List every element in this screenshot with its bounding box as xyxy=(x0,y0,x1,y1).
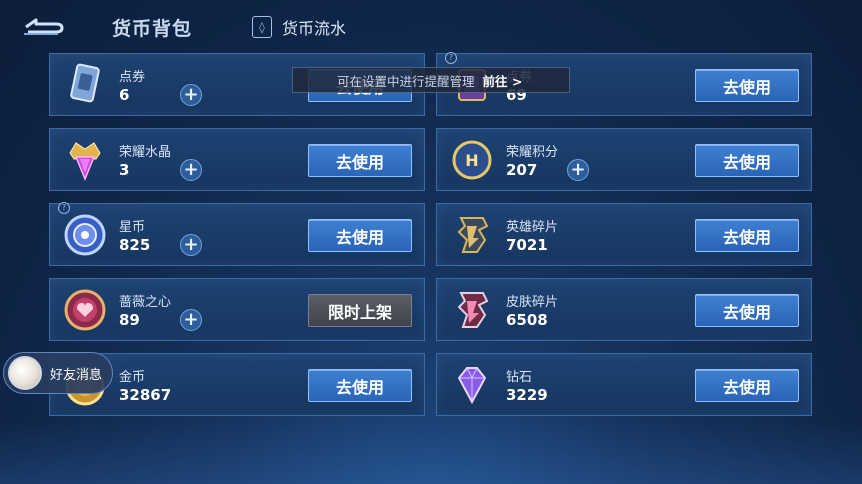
currency-name: 英雄碎片 xyxy=(506,220,559,235)
currency-name: 荣耀积分 xyxy=(506,145,559,160)
reminder-toast: 可在设置中进行提醒管理 前往 > xyxy=(292,67,570,93)
toast-go-link[interactable]: 前往 > xyxy=(483,71,523,90)
currency-amount: 207 xyxy=(506,161,538,179)
friend-message-label: 好友消息 xyxy=(50,367,103,383)
currency-card-glory-crystal: 荣耀水晶 3 + 去使用 xyxy=(49,128,425,191)
use-button[interactable]: 去使用 xyxy=(308,144,412,177)
add-button[interactable]: + xyxy=(180,84,202,106)
currency-amount: 825 xyxy=(119,236,151,254)
currency-amount: 6508 xyxy=(506,311,548,329)
add-button[interactable]: + xyxy=(180,234,202,256)
use-button[interactable]: 去使用 xyxy=(695,369,799,402)
star-coin-icon xyxy=(64,214,106,256)
currency-name: 钻石 xyxy=(506,370,533,385)
add-button[interactable]: + xyxy=(567,159,589,181)
currency-name: 荣耀水晶 xyxy=(119,145,172,160)
rose-heart-icon xyxy=(64,289,106,331)
currency-card-hero-fragments: 英雄碎片 7021 去使用 xyxy=(436,203,812,266)
currency-amount: 3 xyxy=(119,161,130,179)
use-button[interactable]: 去使用 xyxy=(695,69,799,102)
top-bar: 货币背包 ◊ 货币流水 xyxy=(0,0,862,52)
limited-release-button[interactable]: 限时上架 xyxy=(308,294,412,327)
diamond-icon xyxy=(457,367,487,405)
skin-fragment-icon xyxy=(457,292,489,328)
currency-name: 金币 xyxy=(119,370,146,385)
glory-points-icon: H xyxy=(452,140,492,180)
svg-text:H: H xyxy=(465,151,478,170)
avatar xyxy=(8,356,42,390)
add-button[interactable]: + xyxy=(180,159,202,181)
use-button[interactable]: 去使用 xyxy=(695,144,799,177)
currency-name: 蔷薇之心 xyxy=(119,295,172,310)
back-arrow-icon xyxy=(24,18,64,35)
currency-card-skin-fragments: 皮肤碎片 6508 去使用 xyxy=(436,278,812,341)
use-button[interactable]: 去使用 xyxy=(308,369,412,402)
currency-flow-tab[interactable]: ◊ 货币流水 xyxy=(252,14,346,40)
currency-flow-label: 货币流水 xyxy=(282,19,347,38)
page-title: 货币背包 xyxy=(112,18,193,40)
currency-card-glory-points: H 荣耀积分 207 + 去使用 xyxy=(436,128,812,191)
flow-icon: ◊ xyxy=(252,16,272,38)
add-button[interactable]: + xyxy=(180,309,202,331)
currency-card-diamonds: 钻石 3229 去使用 xyxy=(436,353,812,416)
voucher-icon xyxy=(70,63,100,103)
use-button[interactable]: 去使用 xyxy=(308,219,412,252)
toast-message: 可在设置中进行提醒管理 xyxy=(337,73,475,89)
crystal-icon xyxy=(69,142,101,181)
bottom-glow xyxy=(0,420,862,484)
currency-name: 皮肤碎片 xyxy=(506,295,559,310)
currency-amount: 3229 xyxy=(506,386,548,404)
currency-card-rose-heart: 蔷薇之心 89 + 限时上架 xyxy=(49,278,425,341)
use-button[interactable]: 去使用 xyxy=(695,219,799,252)
currency-amount: 32867 xyxy=(119,386,172,404)
back-button[interactable] xyxy=(18,12,68,40)
currency-amount: 89 xyxy=(119,311,140,329)
friend-message-button[interactable]: 好友消息 xyxy=(3,352,113,394)
currency-amount: 7021 xyxy=(506,236,548,254)
currency-name: 点券 xyxy=(119,70,146,85)
use-button[interactable]: 去使用 xyxy=(695,294,799,327)
hero-fragment-icon xyxy=(457,217,489,253)
currency-amount: 6 xyxy=(119,86,130,104)
currency-card-star-coins: ? 星币 825 + 去使用 xyxy=(49,202,425,266)
currency-name: 星币 xyxy=(119,220,146,235)
